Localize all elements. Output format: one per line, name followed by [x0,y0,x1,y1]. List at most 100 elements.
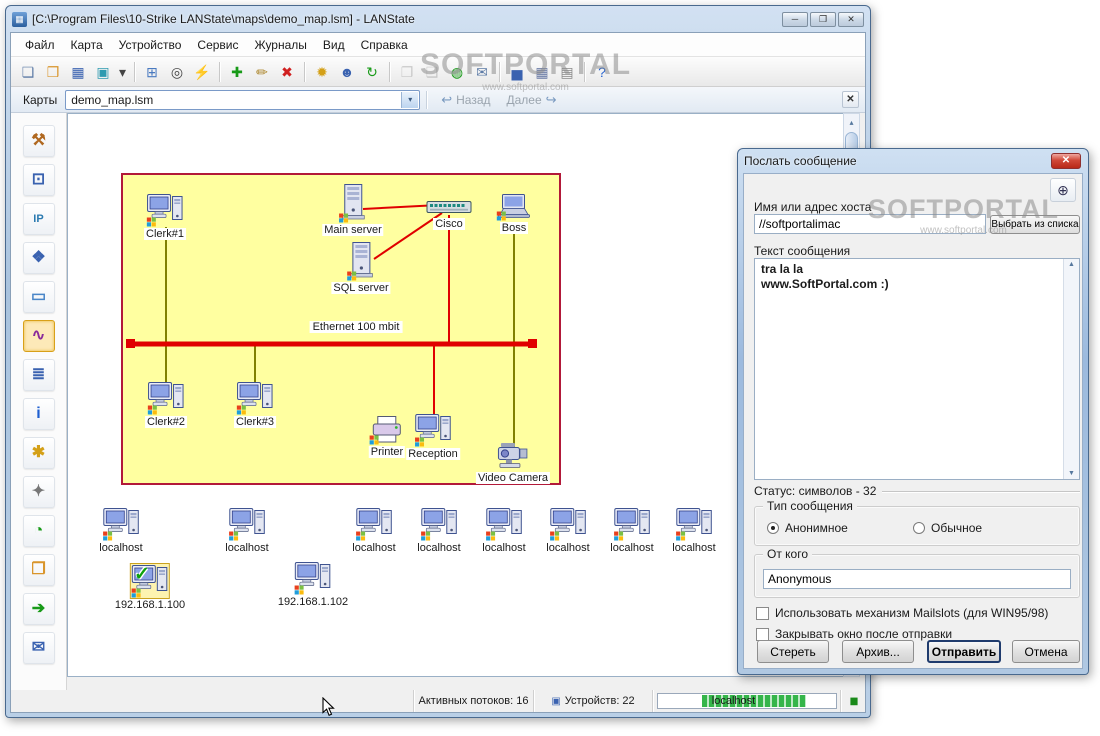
open-maps-button[interactable]: ❒ [22,554,55,586]
dialog-titlebar[interactable]: Послать сообщение ✕ [738,149,1088,173]
message-scroll-up-icon[interactable]: ▲ [1068,261,1075,268]
cancel-button[interactable]: Отмена [1012,640,1080,663]
alerts-icon: ✹ [316,63,328,80]
map-node-printer[interactable]: Printer [368,415,406,458]
map-node-localhost[interactable]: localhost [415,507,463,554]
menu-item-service[interactable]: Сервис [189,35,246,55]
delete-device-icon: ✖ [281,63,293,80]
map-select-combo[interactable]: demo_map.lsm ▾ [65,89,421,110]
map-node-localhost[interactable]: localhost [350,507,398,554]
network-hosts-button[interactable]: ⊡ [22,164,55,196]
combo-dropdown-icon[interactable]: ▾ [401,91,419,108]
forward-button[interactable]: Далее ↪ [499,90,565,110]
map-node-localhost[interactable]: localhost [544,507,592,554]
poll-hosts-button[interactable]: ↻ [360,60,384,84]
char-count-status: Статус: символов - 32 [754,484,1080,498]
map-node-localhost[interactable]: localhost [608,507,656,554]
compose-mail-button[interactable]: ✉ [22,632,55,664]
rescan-button[interactable]: ⚡ [190,60,214,84]
hardware-tools-button[interactable]: ⚒ [22,125,55,157]
close-button[interactable]: ✕ [838,11,864,27]
map-wizard-button[interactable]: ✱ [22,437,55,469]
message-scrollbar[interactable]: ▲ ▼ [1063,259,1079,479]
message-scroll-down-icon[interactable]: ▼ [1068,470,1075,477]
anonymous-radio-label[interactable]: Анонимное [785,521,848,535]
scroll-up-icon[interactable]: ▴ [844,114,859,130]
notes-window-button[interactable]: ≣ [22,359,55,391]
find-host-button[interactable]: ◎ [165,60,189,84]
save-map-button[interactable]: ▦ [66,60,90,84]
map-node-localhost[interactable]: localhost [480,507,528,554]
map-node-boss[interactable]: Boss [496,193,532,234]
maximize-button[interactable]: ❐ [810,11,836,27]
menu-item-help[interactable]: Справка [353,35,416,55]
export-dropdown-button[interactable]: ▾ [116,60,129,84]
anonymous-radio[interactable] [767,522,779,534]
map-node-clerk-3[interactable]: Clerk#3 [234,381,276,428]
map-node-192-168-1-100[interactable]: ✓ 192.168.1.100 [112,563,188,611]
close-after-send-checkbox-row[interactable]: Закрывать окно после отправки [756,627,952,641]
pick-from-list-button[interactable]: Выбрать из списка [990,215,1080,234]
select-area-button[interactable]: ▭ [22,281,55,313]
map-node-localhost[interactable]: localhost [97,507,145,554]
export-image-button[interactable]: ▣ [91,60,115,84]
find-user-button[interactable]: ☻ [335,60,359,84]
paste-button[interactable]: ❑ [420,60,444,84]
web-interface-button[interactable]: ◍ [445,60,469,84]
info-panel-button[interactable]: i [22,398,55,430]
close-after-send-checkbox[interactable] [756,627,769,641]
help-button[interactable]: ? [590,60,614,84]
map-node-clerk-1[interactable]: Clerk#1 [144,193,186,240]
from-input[interactable] [763,569,1071,589]
host-address-input[interactable] [754,214,986,234]
main-titlebar[interactable]: ▦ [C:\Program Files\10-Strike LANState\m… [6,6,870,32]
close-map-button[interactable]: ✕ [842,91,859,108]
map-node-clerk-2[interactable]: Clerk#2 [145,381,187,428]
open-map-button[interactable]: ❒ [41,60,65,84]
host-list-button[interactable]: ⊞ [140,60,164,84]
add-device-button[interactable]: ✚ [225,60,249,84]
traffic-monitor-button[interactable]: ▅ [505,60,529,84]
menu-item-device[interactable]: Устройство [111,35,190,55]
back-button[interactable]: ↩ Назад [433,90,498,110]
map-node-localhost[interactable]: localhost [670,507,718,554]
mailslots-checkbox[interactable] [756,606,769,620]
erase-button[interactable]: Стереть [757,640,829,663]
map-node-sql-server[interactable]: SQL server [331,241,391,294]
map-node-cisco[interactable]: Cisco [426,197,472,230]
host-monitor-button[interactable]: ❖ [22,242,55,274]
node-label: Clerk#1 [144,228,186,240]
send-button[interactable]: Отправить [927,640,1001,663]
send-mail-button[interactable]: ✉ [470,60,494,84]
mailslots-checkbox-row[interactable]: Использовать механизм Mailslots (для WIN… [756,606,1048,620]
normal-radio-label[interactable]: Обычное [931,521,982,535]
archive-button[interactable]: Архив... [842,640,914,663]
menu-item-journals[interactable]: Журналы [247,35,315,55]
map-node-main-server[interactable]: Main server [322,183,384,236]
copy-button[interactable]: ❐ [395,60,419,84]
message-textarea[interactable]: tra la la www.SoftPortal.com :) ▲ ▼ [754,258,1080,480]
map-node-video-camera[interactable]: Video Camera [475,441,551,484]
delete-device-button[interactable]: ✖ [275,60,299,84]
export-map-button[interactable]: ➔ [22,593,55,625]
minimize-button[interactable]: ─ [782,11,808,27]
map-canvas[interactable]: Ethernet 100 mbit Clerk#1 Main server Cisc… [67,113,847,677]
device-table-button[interactable]: ▦ [530,60,554,84]
alerts-button[interactable]: ✹ [310,60,334,84]
new-map-button[interactable]: ❏ [16,60,40,84]
draw-connections-button[interactable]: ∿ [22,320,55,352]
web-schedule-button[interactable]: ◔ [22,515,55,547]
network-browse-icon[interactable]: ⊕ [1050,178,1076,202]
map-node-192-168-1-102[interactable]: 192.168.1.102 [275,561,351,608]
menu-item-map[interactable]: Карта [63,35,111,55]
normal-radio[interactable] [913,522,925,534]
map-node-reception[interactable]: Reception [406,413,460,460]
menu-item-view[interactable]: Вид [315,35,353,55]
ip-scanner-button[interactable]: IP [22,203,55,235]
edit-device-button[interactable]: ✏ [250,60,274,84]
device-tools-button[interactable]: ✦ [22,476,55,508]
reports-button[interactable]: ▤ [555,60,579,84]
menu-item-file[interactable]: Файл [17,35,63,55]
dialog-close-button[interactable]: ✕ [1051,153,1081,169]
map-node-localhost[interactable]: localhost [223,507,271,554]
